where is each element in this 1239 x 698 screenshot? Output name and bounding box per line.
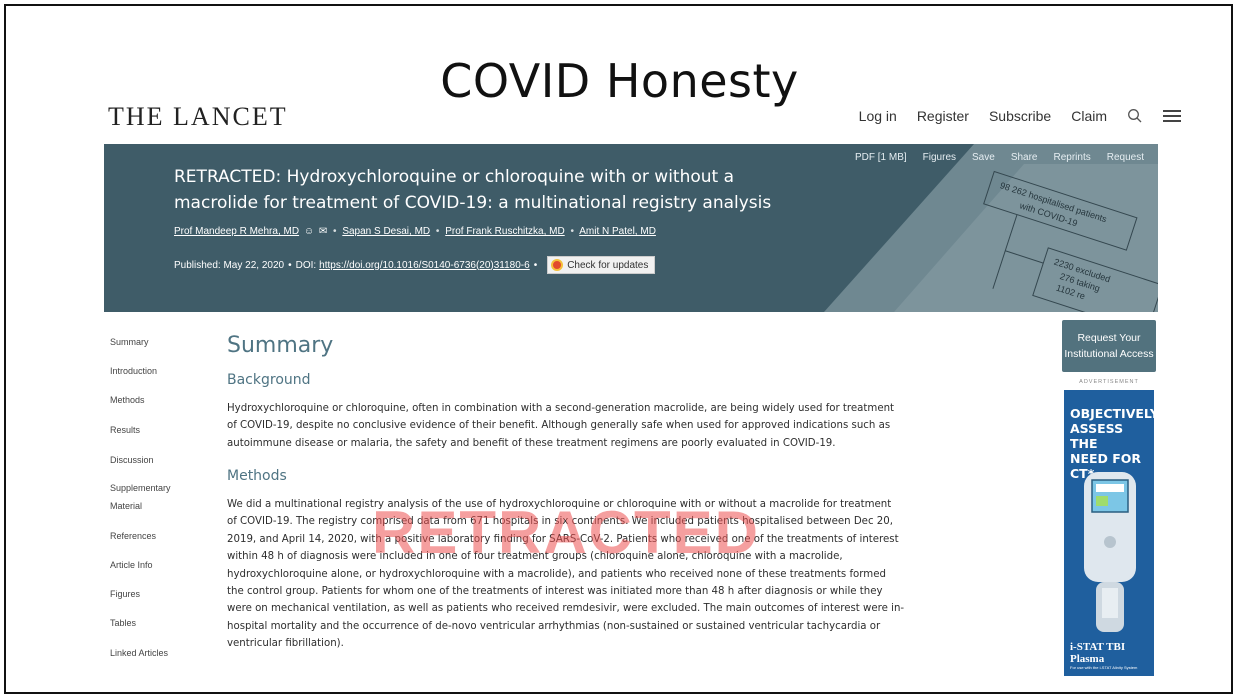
text-line: We did a multinational registry analysis… [227, 499, 892, 510]
article-title-line2: macrolide for treatment of COVID-19: a m… [174, 193, 772, 213]
crossmark-icon [551, 259, 564, 271]
ad-product-name: i-STAT TBI Plasma [1070, 641, 1126, 665]
sidebar-item-figures[interactable]: Figures [110, 589, 140, 599]
subscribe-link[interactable]: Subscribe [989, 108, 1051, 124]
mail-icon[interactable]: ✉ [319, 226, 327, 237]
sidebar-item-summary[interactable]: Summary [110, 337, 149, 347]
author-link[interactable]: Prof Frank Ruschitzka, MD [445, 226, 564, 237]
methods-heading: Methods [227, 468, 287, 484]
sidebar-item-methods[interactable]: Methods [110, 395, 145, 405]
institutional-access-button[interactable]: Request Your Institutional Access [1062, 320, 1156, 372]
text-line: 2019, and April 14, 2020, with a positiv… [227, 533, 899, 545]
sidebar-item-discussion[interactable]: Discussion [110, 455, 154, 465]
slide-title: COVID Honesty [440, 54, 799, 108]
top-nav: Log in Register Subscribe Claim [859, 108, 1181, 124]
publication-info: Published: May 22, 2020 • DOI: https://d… [174, 256, 656, 274]
sidebar-item-supplementary-material[interactable]: Material [110, 501, 142, 511]
text-line: autoimmune disease or malaria, the safet… [227, 437, 836, 449]
person-icon: ☺ [303, 226, 315, 237]
article-tools: PDF [1 MB] Figures Save Share Reprints R… [855, 152, 1144, 163]
sidebar-item-linked-articles[interactable]: Linked Articles [110, 648, 168, 658]
text-line: hydroxychloroquine alone, or hydroxychlo… [227, 568, 886, 580]
search-icon[interactable] [1127, 108, 1143, 124]
share-link[interactable]: Share [1011, 152, 1038, 163]
request-link[interactable]: Request [1107, 152, 1144, 163]
author-list: Prof Mandeep R Mehra, MD ☺ ✉ • Sapan S D… [174, 226, 656, 237]
ad-line2: ASSESS THE [1070, 421, 1124, 451]
advertisement-label: ADVERTISEMENT [1079, 379, 1139, 385]
text-line: were on mechanical ventilation, as well … [227, 603, 905, 615]
menu-icon[interactable] [1163, 109, 1181, 123]
text-line: of COVID-19, despite no conclusive evide… [227, 420, 891, 432]
article-banner: 98 262 hospitalised patients with COVID-… [104, 144, 1158, 312]
text-line: Hydroxychloroquine or chloroquine, often… [227, 403, 895, 414]
separator: • [288, 259, 292, 271]
ad-line1: OBJECTIVELY [1070, 406, 1154, 421]
text-line: hospital mortality and the occurrence of… [227, 620, 881, 632]
separator: • [533, 259, 538, 271]
background-heading: Background [227, 372, 311, 388]
reprints-link[interactable]: Reprints [1054, 152, 1091, 163]
login-link[interactable]: Log in [859, 108, 897, 124]
advertisement-banner[interactable]: OBJECTIVELY ASSESS THE NEED FOR CT* i-ST… [1064, 390, 1154, 676]
check-updates-button[interactable]: Check for updates [547, 256, 656, 274]
article-title-line1: RETRACTED: Hydroxychloroquine or chloroq… [174, 167, 735, 187]
separator: • [435, 226, 440, 237]
ad-product: i-STAT TBI Plasma For use with the i-STA… [1070, 641, 1154, 670]
author-link[interactable]: Sapan S Desai, MD [342, 226, 430, 237]
lancet-logo[interactable]: THE LANCET [108, 102, 288, 132]
background-paragraph: Hydroxychloroquine or chloroquine, often… [227, 400, 917, 452]
separator: • [570, 226, 574, 237]
text-line: the control group. Patients for whom one… [227, 586, 883, 598]
handheld-device-icon [1084, 472, 1136, 632]
author-link[interactable]: Prof Mandeep R Mehra, MD [174, 226, 299, 237]
text-line: ventricular fibrillation). [227, 638, 344, 650]
sidebar-item-article-info[interactable]: Article Info [110, 560, 153, 570]
sidebar-item-tables[interactable]: Tables [110, 618, 136, 628]
sidebar-item-results[interactable]: Results [110, 425, 140, 435]
summary-heading: Summary [227, 333, 334, 358]
doi-label: DOI: [295, 259, 317, 271]
claim-link[interactable]: Claim [1071, 108, 1107, 124]
article-title: RETRACTED: Hydroxychloroquine or chloroq… [174, 164, 794, 216]
text-line: within 48 h of diagnosis were included i… [227, 551, 843, 563]
check-updates-label: Check for updates [567, 259, 649, 271]
ad-product-sub: For use with the i-STAT Alinity System [1070, 665, 1138, 670]
access-line2: Institutional Access [1064, 348, 1154, 360]
separator: • [333, 226, 337, 237]
sidebar-item-introduction[interactable]: Introduction [110, 366, 157, 376]
register-link[interactable]: Register [917, 108, 969, 124]
author-link[interactable]: Amit N Patel, MD [579, 226, 656, 237]
sidebar-item-references[interactable]: References [110, 531, 156, 541]
save-link[interactable]: Save [972, 152, 995, 163]
sidebar-item-supplementary[interactable]: Supplementary [110, 483, 171, 493]
figures-link[interactable]: Figures [923, 152, 956, 163]
pdf-link[interactable]: PDF [1 MB] [855, 152, 907, 163]
text-line: of COVID-19. The registry comprised data… [227, 516, 893, 528]
methods-paragraph: We did a multinational registry analysis… [227, 496, 917, 653]
access-line1: Request Your [1077, 332, 1141, 344]
published-date: Published: May 22, 2020 [174, 259, 285, 271]
doi-link[interactable]: https://doi.org/10.1016/S0140-6736(20)31… [319, 260, 530, 271]
